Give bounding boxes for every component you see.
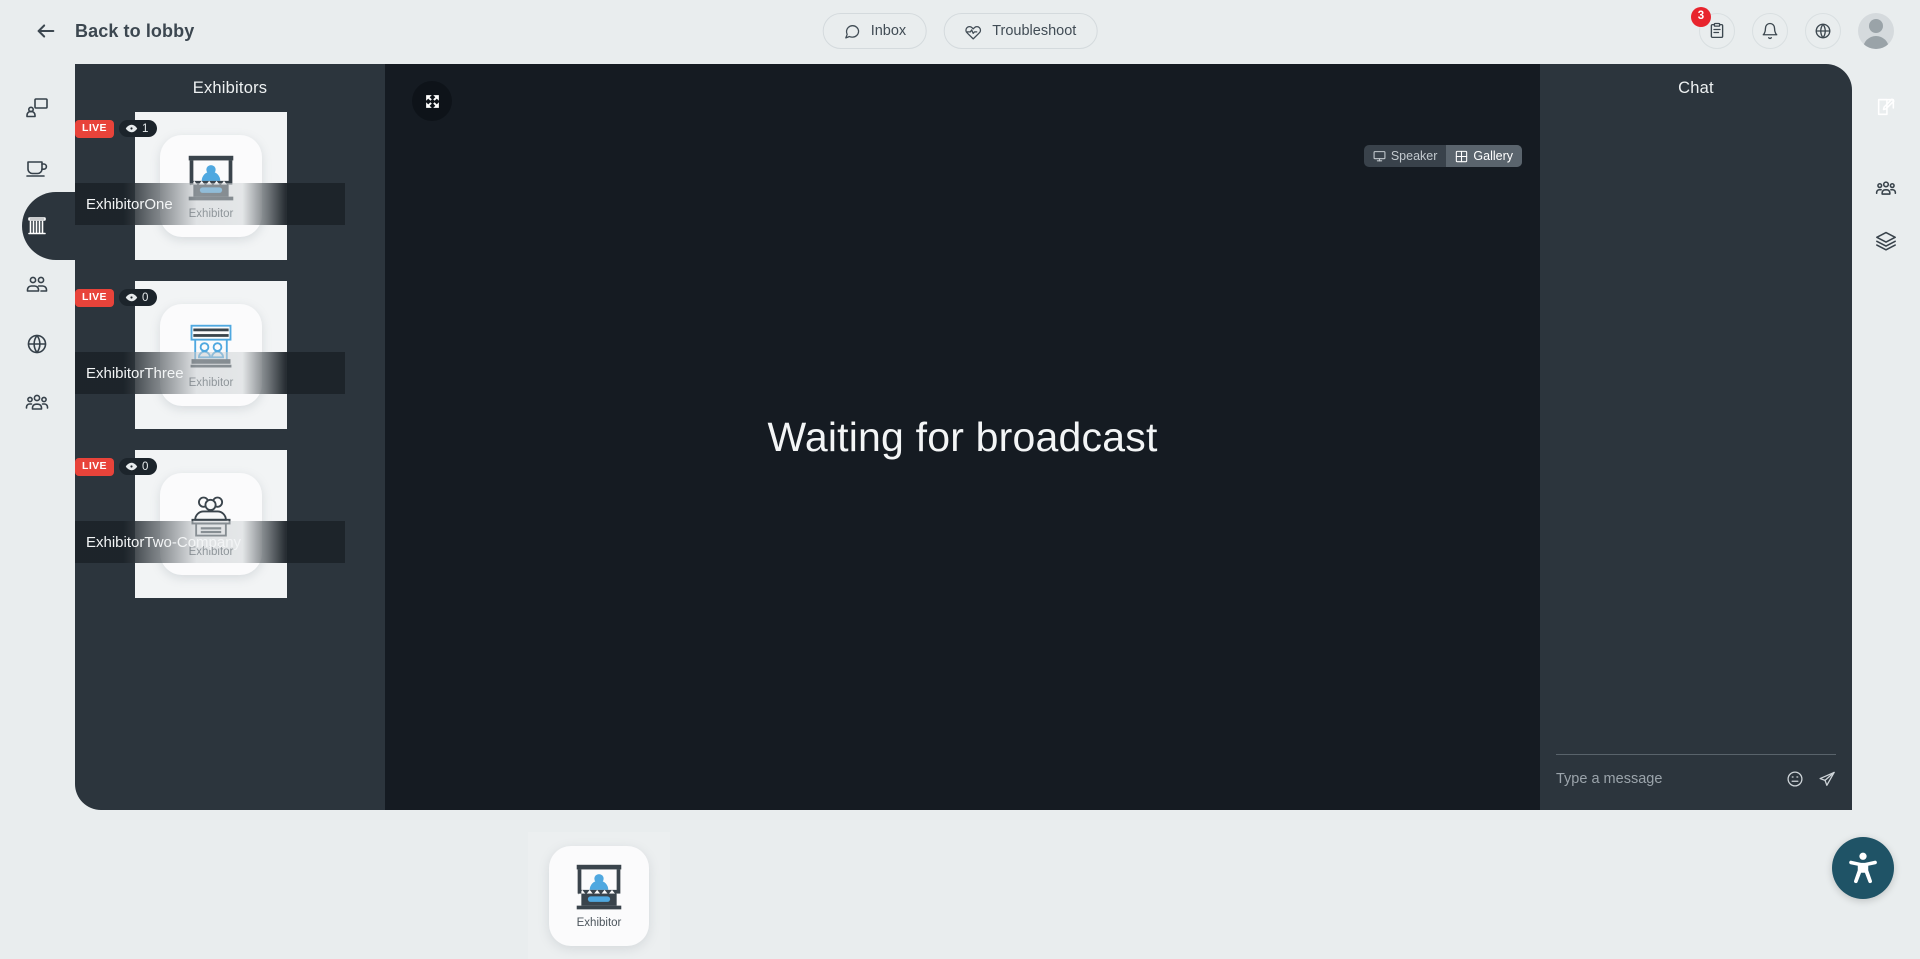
viewer-count: 0 bbox=[118, 458, 158, 476]
broadcast-stage: Waiting for broadcast Speaker Gallery bbox=[385, 64, 1540, 810]
back-to-lobby-label: Back to lobby bbox=[75, 20, 195, 41]
avatar[interactable] bbox=[1858, 13, 1894, 49]
viewer-count-value: 0 bbox=[141, 291, 149, 304]
notes-badge: 3 bbox=[1691, 7, 1711, 27]
presentation-icon bbox=[26, 98, 48, 118]
group-people-icon bbox=[1875, 181, 1897, 195]
exhibition-booth-icon bbox=[28, 217, 46, 235]
virtual-event-app: Back to lobby Inbox Troubleshoot 3 Exhib… bbox=[0, 0, 1920, 959]
exhibitor-name-bar: ExhibitorTwo-Company bbox=[75, 521, 345, 563]
globe-icon bbox=[1815, 23, 1831, 39]
eye-icon bbox=[125, 294, 138, 302]
right-rail bbox=[1852, 64, 1920, 810]
layers-stack-icon bbox=[1876, 231, 1896, 251]
bell-icon bbox=[1762, 22, 1778, 40]
avatar-head bbox=[1869, 19, 1883, 33]
group-people-icon bbox=[25, 394, 49, 410]
viewer-count-value: 0 bbox=[141, 460, 149, 473]
viewer-count: 1 bbox=[118, 120, 158, 138]
exhibitor-detail-logo-box: Exhibitor bbox=[528, 832, 670, 959]
sidebar-item-global[interactable] bbox=[0, 316, 74, 372]
stage-status-text: Waiting for broadcast bbox=[767, 413, 1158, 460]
stage-status: Waiting for broadcast bbox=[385, 64, 1540, 810]
top-right-actions: 3 bbox=[1691, 0, 1894, 62]
rail-item-chat[interactable] bbox=[1852, 82, 1920, 132]
tab-gallery-label: Gallery bbox=[1473, 149, 1513, 163]
exhibitors-list: Exhibitor LIVE 1 ExhibitorOne bbox=[75, 112, 385, 598]
chat-bubble-icon bbox=[845, 24, 860, 39]
exhibitor-detail-logo: Exhibitor bbox=[549, 845, 649, 946]
exhibitor-name: ExhibitorThree bbox=[86, 364, 184, 382]
exhibitor-card[interactable]: Exhibitor LIVE 0 ExhibitorTwo-Company bbox=[75, 450, 345, 598]
troubleshoot-button[interactable]: Troubleshoot bbox=[944, 13, 1098, 49]
exhibitor-badges: LIVE 0 bbox=[75, 458, 158, 476]
status-badge: LIVE bbox=[75, 458, 114, 476]
send-paper-plane-icon bbox=[1819, 771, 1835, 786]
exhibitor-detail-section: Exhibitor ExhibitorOne bbox=[0, 810, 1920, 959]
emoji-smiley-icon bbox=[1787, 771, 1803, 787]
exhibitor-detail-logo-label: Exhibitor bbox=[576, 917, 622, 929]
inbox-button[interactable]: Inbox bbox=[822, 13, 928, 49]
exhibitor-badges: LIVE 0 bbox=[75, 289, 158, 307]
notifications-button[interactable] bbox=[1752, 13, 1788, 49]
emoji-button[interactable] bbox=[1786, 770, 1804, 788]
top-center-actions: Inbox Troubleshoot bbox=[822, 13, 1098, 49]
sidebar-item-attendees[interactable] bbox=[0, 375, 74, 431]
send-button[interactable] bbox=[1818, 770, 1836, 788]
exhibitors-title: Exhibitors bbox=[192, 79, 268, 97]
exhibitor-name: ExhibitorOne bbox=[86, 195, 173, 213]
eye-icon bbox=[125, 463, 138, 471]
inbox-label: Inbox bbox=[870, 23, 907, 39]
exhibitor-card[interactable]: Exhibitor LIVE 1 ExhibitorOne bbox=[75, 112, 345, 260]
rail-item-people[interactable] bbox=[1852, 164, 1920, 214]
two-people-icon bbox=[26, 276, 48, 292]
exhibitor-name-bar: ExhibitorOne bbox=[75, 183, 345, 225]
tab-speaker-view[interactable]: Speaker bbox=[1364, 145, 1447, 167]
sidebar-item-expo[interactable] bbox=[0, 192, 102, 260]
avatar-body bbox=[1863, 36, 1889, 49]
chat-message-list bbox=[1540, 118, 1852, 720]
chat-title: Chat bbox=[1678, 79, 1714, 97]
accessibility-button[interactable] bbox=[1832, 837, 1894, 899]
tab-gallery-view[interactable]: Gallery bbox=[1446, 145, 1522, 167]
back-to-lobby-button[interactable]: Back to lobby bbox=[35, 20, 194, 42]
arrow-left-icon bbox=[37, 24, 55, 38]
globe-icon bbox=[27, 334, 47, 354]
eye-icon bbox=[125, 125, 138, 133]
top-bar: Back to lobby Inbox Troubleshoot 3 bbox=[0, 0, 1920, 62]
notes-button[interactable]: 3 bbox=[1691, 7, 1735, 49]
view-mode-toggle: Speaker Gallery bbox=[1363, 145, 1522, 167]
sidebar-item-lounge[interactable] bbox=[0, 139, 74, 195]
exhibitors-panel: Exhibitors LIVE 1 ExhibitorOne LIVE 0 Ex… bbox=[75, 64, 385, 810]
troubleshoot-label: Troubleshoot bbox=[992, 23, 1077, 39]
sidebar-item-networking[interactable] bbox=[0, 257, 74, 313]
tab-speaker-label: Speaker bbox=[1390, 149, 1438, 163]
exhibitor-badges: LIVE 1 bbox=[75, 120, 158, 138]
exhibitor-card[interactable]: Exhibitor LIVE 0 ExhibitorThree bbox=[75, 281, 345, 429]
exhibitor-name: ExhibitorTwo-Company bbox=[86, 533, 242, 551]
status-badge: LIVE bbox=[75, 120, 114, 138]
compose-edit-icon bbox=[1877, 98, 1895, 116]
grid-icon bbox=[1456, 150, 1468, 162]
chat-message-input[interactable] bbox=[1556, 771, 1772, 787]
chat-input-row bbox=[1556, 754, 1836, 788]
status-badge: LIVE bbox=[75, 289, 114, 307]
sidebar-item-stage[interactable] bbox=[0, 80, 74, 136]
booth-person-blue-icon bbox=[576, 864, 622, 910]
heart-pulse-icon bbox=[965, 25, 982, 40]
viewer-count: 0 bbox=[118, 289, 158, 307]
viewer-count-value: 1 bbox=[141, 122, 149, 135]
monitor-icon bbox=[1373, 150, 1386, 161]
notes-icon bbox=[1710, 22, 1724, 39]
coffee-cup-icon bbox=[26, 161, 48, 177]
rail-item-layers[interactable] bbox=[1852, 216, 1920, 266]
exhibitor-name-bar: ExhibitorThree bbox=[75, 352, 345, 394]
language-globe-button[interactable] bbox=[1805, 13, 1841, 49]
accessibility-person-icon bbox=[1849, 852, 1877, 884]
chat-panel: Chat bbox=[1540, 64, 1852, 810]
